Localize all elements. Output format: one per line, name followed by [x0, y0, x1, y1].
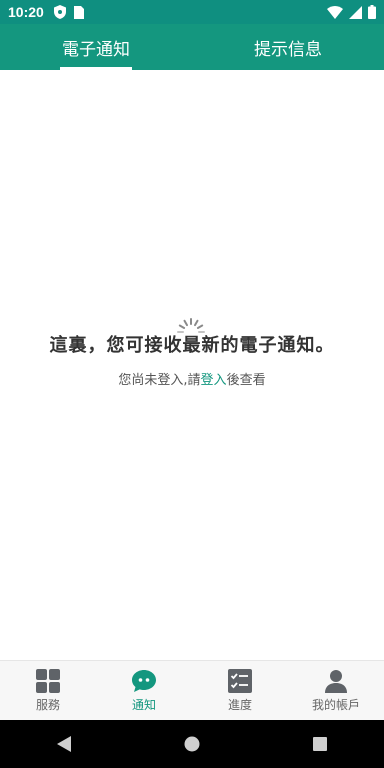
signal-icon [349, 5, 362, 19]
grid-icon [36, 669, 60, 693]
nav-label: 通知 [131, 698, 156, 712]
chat-bubble-icon [132, 670, 156, 692]
nav-item-services[interactable]: 服務 [0, 661, 96, 720]
bottom-navigation: 服務 通知 進度 我的帳戶 [0, 660, 384, 720]
system-navigation-bar [0, 720, 384, 768]
tab-label: 提示信息 [254, 39, 322, 60]
shield-icon [53, 5, 66, 19]
top-tab-bar: 電子通知 提示信息 [0, 24, 384, 70]
nav-item-progress[interactable]: 進度 [192, 661, 288, 720]
back-icon[interactable] [54, 734, 74, 754]
sim-card-icon [73, 5, 84, 19]
nav-label: 服務 [35, 698, 60, 712]
status-bar: 10:20 [0, 0, 384, 24]
recents-icon[interactable] [310, 734, 330, 754]
subtitle-suffix: 後查看 [226, 373, 266, 388]
empty-state-title: 這裏，您可接收最新的電子通知。 [49, 335, 335, 356]
status-left-icons [53, 5, 84, 19]
checklist-icon [228, 669, 252, 693]
wifi-icon [327, 5, 343, 19]
battery-icon [368, 5, 376, 19]
home-icon[interactable] [182, 734, 202, 754]
login-link[interactable]: 登入 [201, 373, 227, 388]
tab-messages[interactable]: 提示信息 [192, 24, 384, 70]
tab-electronic-notices[interactable]: 電子通知 [0, 24, 192, 70]
nav-item-account[interactable]: 我的帳戶 [288, 661, 384, 720]
subtitle-prefix: 您尚未登入,請 [118, 373, 201, 388]
status-right-icons [327, 5, 376, 19]
tab-label: 電子通知 [62, 39, 130, 60]
empty-state-subtitle: 您尚未登入,請登入後查看 [0, 369, 384, 388]
status-time: 10:20 [8, 4, 44, 20]
nav-label: 我的帳戶 [311, 698, 360, 712]
nav-label: 進度 [227, 698, 252, 712]
nav-item-notifications[interactable]: 通知 [96, 661, 192, 720]
main-content: 這裏，您可接收最新的電子通知。 您尚未登入,請登入後查看 [0, 70, 384, 660]
user-icon [325, 670, 347, 693]
